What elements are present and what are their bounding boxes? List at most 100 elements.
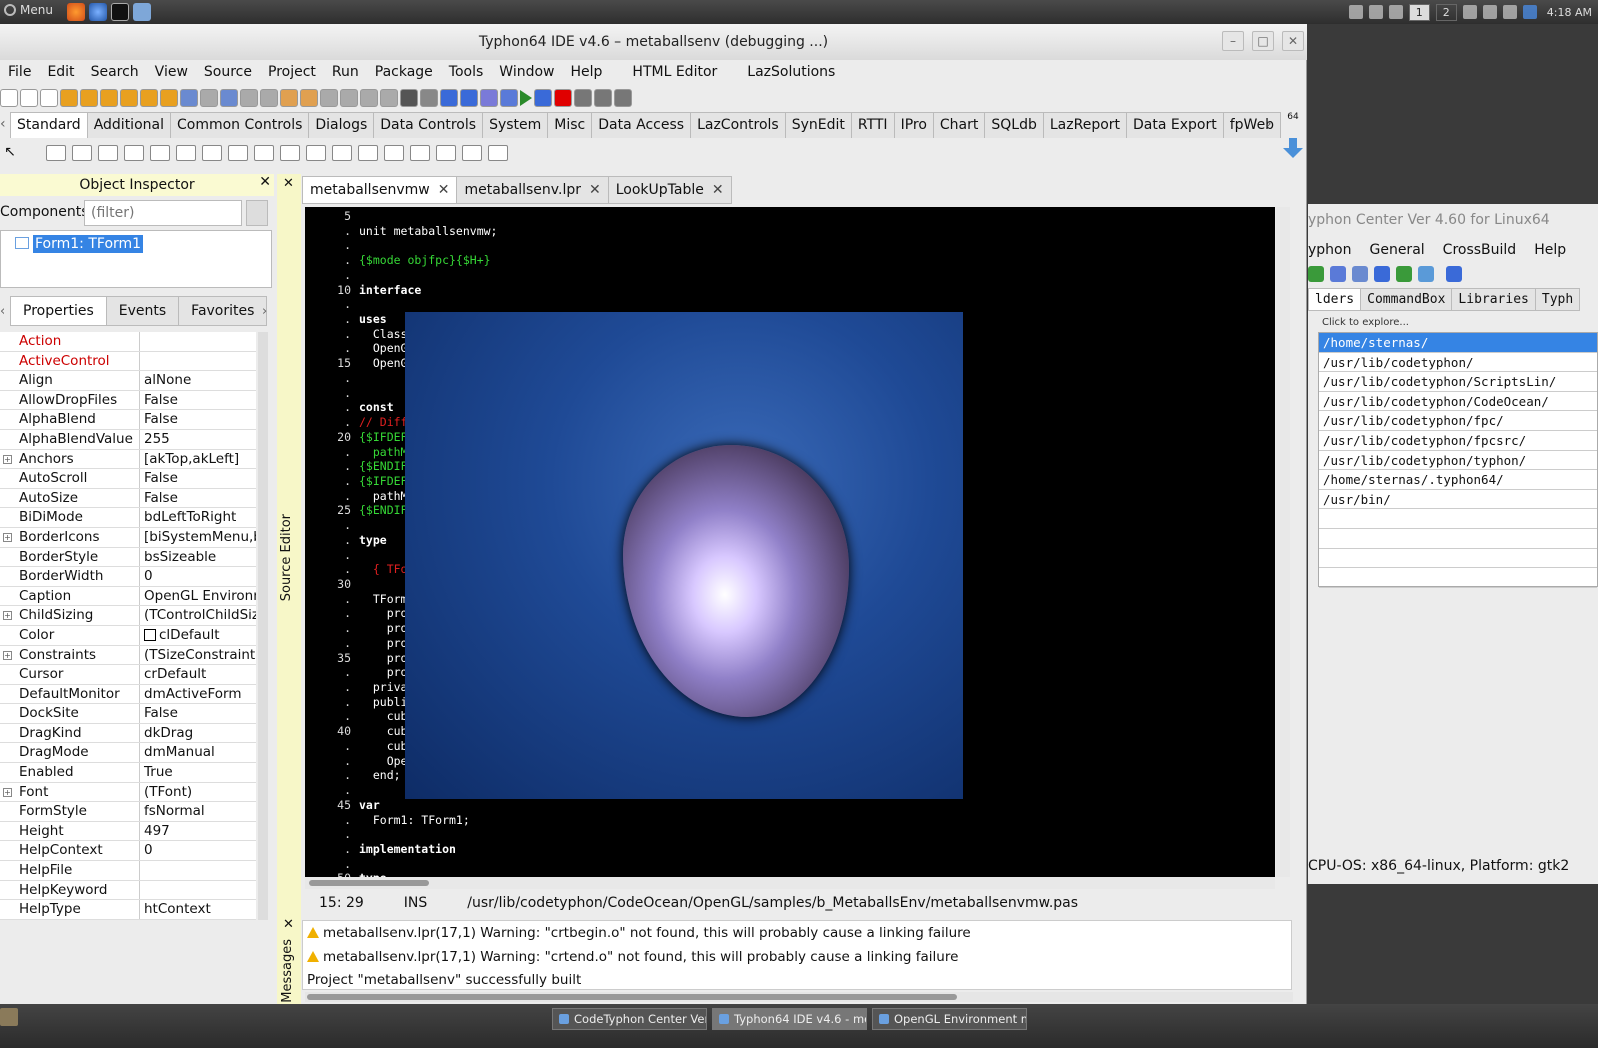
new-project-icon[interactable] [180,89,198,107]
editor-tab[interactable]: LookUpTable ✕ [607,176,732,204]
inspector-tab-events[interactable]: Events [105,296,180,326]
property-row[interactable]: Height 497 [0,821,256,842]
menu-search[interactable]: Search [83,64,147,80]
property-row[interactable]: AlphaBlend False [0,410,256,430]
property-row[interactable]: Color clDefault [0,625,256,646]
property-row[interactable]: + Font (TFont) [0,782,256,803]
opengl-render-window[interactable] [405,312,963,799]
palette-scroll-right-icon[interactable]: › [1266,116,1272,132]
browser-icon[interactable] [89,3,107,21]
taskbar-task[interactable]: OpenGL Environment m... [872,1008,1027,1030]
palette-tab-sqldb[interactable]: SQLdb [984,112,1044,138]
center-tab[interactable]: lders [1308,288,1362,311]
save-project-as-icon[interactable] [260,89,278,107]
show-desktop-icon[interactable] [0,1008,18,1026]
property-row[interactable]: Caption OpenGL Environm [0,586,256,607]
property-value[interactable]: alNone [140,371,256,390]
tactionlist-icon[interactable] [488,145,508,161]
project-options-icon[interactable] [280,89,298,107]
menu-lazsolutions[interactable]: LazSolutions [739,64,843,80]
filter-icon[interactable] [246,200,268,226]
palette-tab-dialogs[interactable]: Dialogs [308,112,375,138]
close-icon[interactable] [140,89,158,107]
menu-help[interactable]: Help [563,64,611,80]
run-icon[interactable] [520,90,532,106]
bluetooth-icon[interactable] [1522,5,1537,19]
tmemo-icon[interactable] [176,145,196,161]
tpanel-icon[interactable] [436,145,456,161]
minimize-button[interactable]: – [1222,31,1244,51]
property-row[interactable]: AutoScroll False [0,469,256,489]
step-into-icon[interactable] [574,89,592,107]
view-units-icon[interactable] [300,89,318,107]
center-menu-item[interactable]: General [1369,242,1424,258]
property-value[interactable]: False [140,489,256,508]
update-icon[interactable] [1462,5,1477,19]
property-value[interactable]: True [140,763,256,782]
property-value[interactable]: False [140,704,256,723]
add-to-project-icon[interactable] [500,89,518,107]
tpopupmenu-icon[interactable] [72,145,92,161]
messages-close-icon[interactable]: ✕ [283,917,294,932]
taskbar-task[interactable]: Typhon64 IDE v4.6 - me... [712,1008,867,1030]
network-icon[interactable] [1482,5,1497,19]
property-row[interactable]: HelpContext 0 [0,841,256,862]
package-icon[interactable] [480,89,498,107]
menu-window[interactable]: Window [491,64,562,80]
tframe-icon[interactable] [462,145,482,161]
expand-icon[interactable]: + [3,787,12,797]
palette-tab-misc[interactable]: Misc [547,112,593,138]
window-titlebar[interactable]: Typhon64 IDE v4.6 – metaballsenv (debugg… [0,24,1307,60]
tcheckgroup-icon[interactable] [410,145,430,161]
property-value[interactable] [140,352,256,371]
display-icon[interactable] [1348,5,1363,19]
property-value[interactable]: (TFont) [140,783,256,802]
property-value[interactable]: crDefault [140,665,256,684]
palette-tab-rtti[interactable]: RTTI [850,112,895,138]
network-icon[interactable] [1374,266,1390,282]
tree-item-form1[interactable]: Form1: TForm1 [33,235,144,253]
component-tree[interactable]: Form1: TForm1 [0,230,272,288]
ttogglebox-icon[interactable] [202,145,222,161]
property-row[interactable]: AlphaBlendValue 255 [0,429,256,450]
property-value[interactable]: dmManual [140,743,256,762]
palette-tab-ipro[interactable]: IPro [893,112,934,138]
tcombobox-icon[interactable] [306,145,326,161]
property-value[interactable]: fsNormal [140,802,256,821]
property-value[interactable]: bdLeftToRight [140,508,256,527]
maximize-button[interactable]: □ [1252,31,1274,51]
refresh-icon[interactable] [1418,266,1434,282]
tabs-scroll-left-icon[interactable]: ‹ [0,304,5,319]
property-value[interactable]: [akTop,akLeft] [140,450,256,469]
folder-row[interactable] [1319,509,1597,529]
folder-row[interactable]: /usr/lib/codetyphon/fpcsrc/ [1319,431,1597,451]
property-value[interactable]: False [140,469,256,488]
close-tab-icon[interactable]: ✕ [589,182,601,198]
open-project-icon[interactable] [220,89,238,107]
build-all-icon[interactable] [460,89,478,107]
property-value[interactable]: bsSizeable [140,548,256,567]
property-row[interactable]: DockSite False [0,704,256,724]
firefox-icon[interactable] [67,3,85,21]
package-icon[interactable] [1396,266,1412,282]
tmainmenu-icon[interactable] [46,145,66,161]
editor-vertical-scrollbar[interactable] [1276,207,1290,877]
download-arrow-icon[interactable] [1283,138,1303,158]
new-unit-icon[interactable] [0,89,18,107]
property-row[interactable]: + Constraints (TSizeConstraints [0,645,256,666]
property-row[interactable]: HelpFile [0,861,256,881]
center-tab[interactable]: Libraries [1451,288,1536,311]
view-forms-icon[interactable] [320,89,338,107]
palette-tab-standard[interactable]: Standard [10,112,88,138]
tabs-scroll-right-icon[interactable]: › [262,304,267,319]
revert-icon[interactable] [160,89,178,107]
property-row[interactable]: + ChildSizing (TControlChildSiz [0,606,256,626]
build-dropdown-icon[interactable] [420,89,438,107]
palette-tab-lazcontrols[interactable]: LazControls [690,112,786,138]
folder-row[interactable]: /usr/lib/codetyphon/CodeOcean/ [1319,392,1597,412]
palette-tab-synedit[interactable]: SynEdit [784,112,852,138]
menu-edit[interactable]: Edit [39,64,82,80]
brightness-icon[interactable] [1368,5,1383,19]
tedit-icon[interactable] [150,145,170,161]
property-row[interactable]: HelpType htContext [0,900,256,920]
